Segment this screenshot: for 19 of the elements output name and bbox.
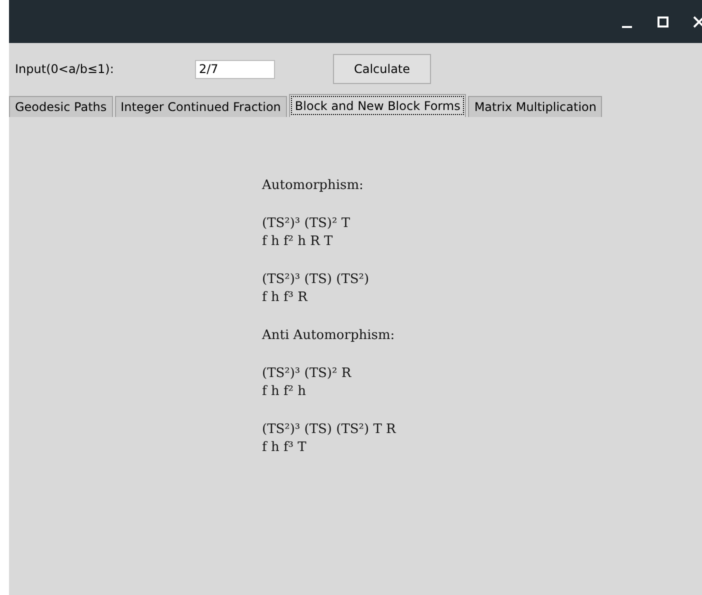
tab[interactable]: Geodesic Paths [9,96,113,117]
input-label: Input(0<a/b≤1): [15,62,115,76]
result-line: (TS²)³ (TS) (TS²) T R [262,421,398,439]
result-line: f h f³ R [262,289,309,307]
result-line: f h f² h R T [262,233,334,251]
result-line: (TS²)³ (TS)² T [262,215,352,233]
result-heading: Automorphism: [262,177,364,195]
result-line: (TS²)³ (TS) (TS²) [262,271,370,289]
close-icon[interactable] [692,14,702,28]
input-field[interactable]: 2/7 [195,60,275,78]
result-line: f h f³ T [262,439,308,457]
calculate-button[interactable]: Calculate [333,54,431,84]
result-heading: Anti Automorphism: [262,327,396,345]
result-line: f h f² h [262,383,307,401]
tab[interactable]: Matrix Multiplication [468,96,602,117]
tab[interactable]: Block and New Block Forms [288,94,466,117]
maximize-icon[interactable] [656,14,670,28]
tab[interactable]: Integer Continued Fraction [114,96,287,117]
result-line: (TS²)³ (TS)² R [262,365,352,383]
